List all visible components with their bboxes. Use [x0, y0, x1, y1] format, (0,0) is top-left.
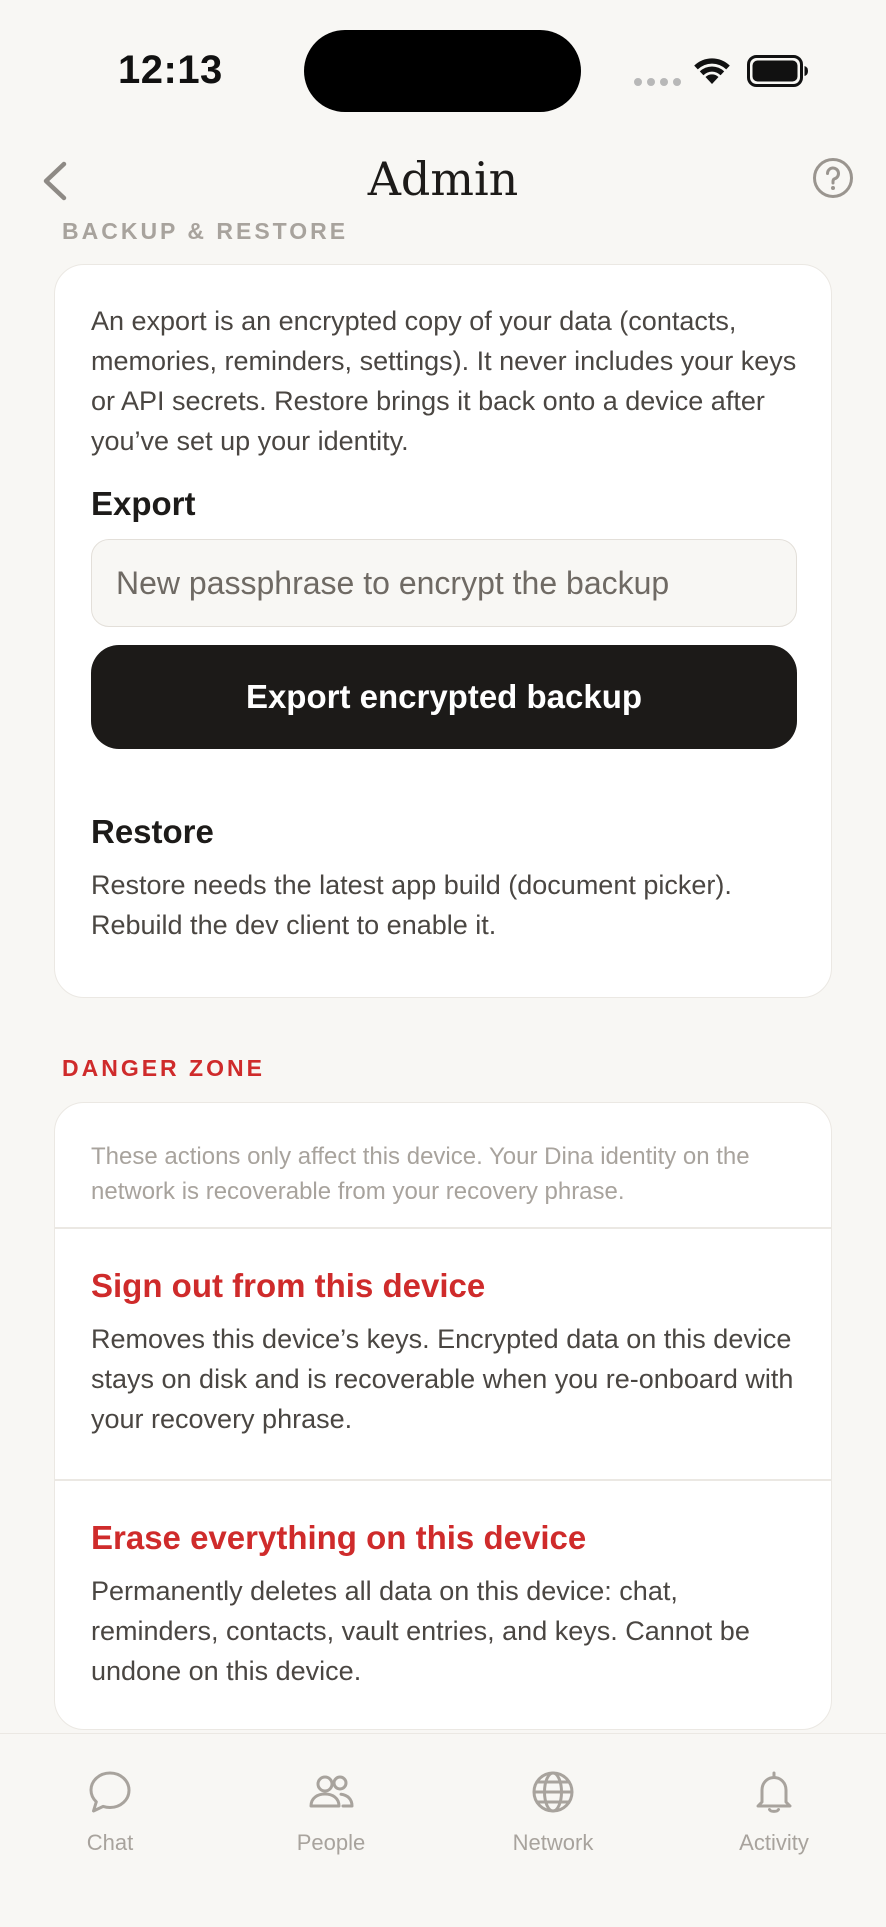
tab-people-label: People — [296, 1830, 366, 1855]
backup-description: An export is an encrypted copy of your d… — [91, 306, 797, 456]
cellular-signal-icon — [634, 78, 681, 86]
battery-icon — [747, 55, 808, 87]
export-heading: Export — [91, 485, 196, 522]
backup-section-header: BACKUP & RESTORE — [62, 218, 349, 244]
tab-chat-label: Chat — [86, 1830, 134, 1855]
globe-icon — [532, 1771, 574, 1813]
tab-chat[interactable]: Chat — [20, 1768, 200, 1856]
navigation-bar: Admin — [0, 140, 886, 220]
help-icon[interactable] — [812, 157, 854, 199]
dynamic-island — [304, 30, 581, 112]
tab-network-label: Network — [512, 1830, 594, 1855]
tab-network[interactable]: Network — [463, 1768, 643, 1856]
tab-bar: Chat People Network Activity — [0, 1733, 886, 1927]
danger-zone-header: DANGER ZONE — [62, 1055, 265, 1081]
status-time: 12:13 — [118, 48, 223, 92]
status-bar: 12:13 — [0, 0, 886, 140]
restore-description: Restore needs the latest app build (docu… — [91, 870, 732, 940]
tab-activity-label: Activity — [739, 1830, 809, 1855]
export-backup-button[interactable]: Export encrypted backup — [91, 645, 797, 749]
erase-everything-description: Permanently deletes all data on this dev… — [91, 1576, 750, 1686]
chat-bubble-icon — [89, 1771, 131, 1813]
sign-out-row[interactable]: Sign out from this device Removes this d… — [55, 1229, 831, 1479]
backup-restore-card: An export is an encrypted copy of your d… — [54, 264, 832, 998]
passphrase-input[interactable] — [91, 539, 797, 627]
page-title: Admin — [367, 152, 519, 206]
wifi-icon — [694, 58, 730, 84]
sign-out-title: Sign out from this device — [91, 1267, 486, 1304]
tab-activity[interactable]: Activity — [684, 1768, 864, 1856]
erase-everything-row[interactable]: Erase everything on this device Permanen… — [55, 1481, 831, 1729]
people-icon — [309, 1775, 354, 1808]
erase-everything-title: Erase everything on this device — [91, 1519, 587, 1556]
restore-heading: Restore — [91, 813, 214, 850]
tab-people[interactable]: People — [241, 1768, 421, 1856]
danger-zone-note: These actions only affect this device. Y… — [91, 1143, 750, 1205]
danger-zone-card: These actions only affect this device. Y… — [54, 1102, 832, 1730]
sign-out-description: Removes this device’s keys. Encrypted da… — [91, 1324, 794, 1434]
bell-icon — [756, 1771, 792, 1813]
